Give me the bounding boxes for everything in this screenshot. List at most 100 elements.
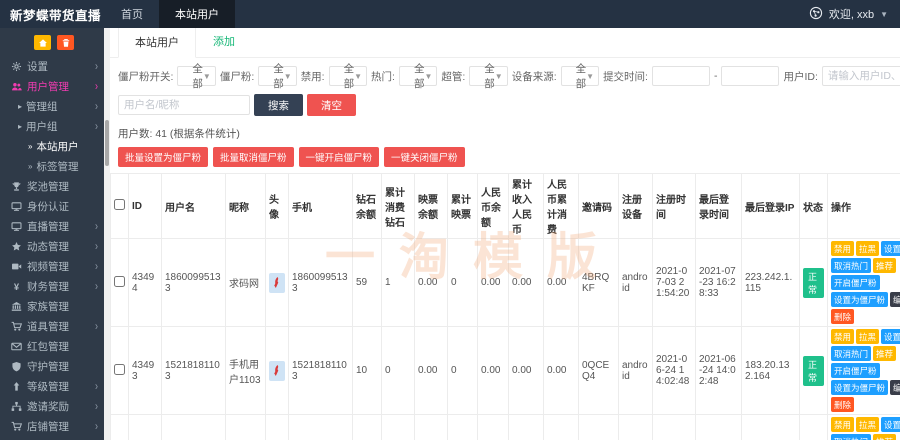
search-button[interactable]: 搜索 <box>254 94 303 116</box>
batch-button-0[interactable]: 批量设置为僵尸粉 <box>118 147 208 167</box>
sidebar-item-11[interactable]: ¥财务管理› <box>0 276 104 296</box>
sidebar-item-13[interactable]: 道具管理› <box>0 316 104 336</box>
sidebar-item-0[interactable]: 设置› <box>0 56 104 76</box>
chevron-right-icon: › <box>95 380 98 393</box>
action-设置为僵尸粉[interactable]: 设置为僵尸粉 <box>831 292 888 307</box>
cell-ticket-balance: 0.00 <box>415 327 448 415</box>
col-header-3: 昵称 <box>226 174 266 239</box>
filter-select-5[interactable]: 全部▼ <box>561 66 599 86</box>
col-header-18: 状态 <box>800 174 828 239</box>
table-row: 4349418600995133求码网186009951335910.0000.… <box>111 239 900 327</box>
col-header-16: 最后登录时间 <box>696 174 742 239</box>
action-禁用[interactable]: 禁用 <box>831 241 854 256</box>
filter-label-5: 设备来源: <box>512 69 557 84</box>
trophy-icon <box>11 181 22 192</box>
userid-label: 用户ID: <box>783 69 817 84</box>
action-推荐[interactable]: 推荐 <box>873 258 896 273</box>
filter-select-4[interactable]: 全部▼ <box>469 66 507 86</box>
tab-add[interactable]: 添加 <box>196 28 252 57</box>
action-编辑[interactable]: 编辑 <box>890 292 900 307</box>
cell-ticket-total: 0 <box>448 239 478 327</box>
col-header-17: 最后登录IP <box>742 174 800 239</box>
cell-diamond: 59 <box>353 239 382 327</box>
sidebar-item-label: 邀请奖励 <box>27 399 69 414</box>
action-取消热门[interactable]: 取消热门 <box>831 434 871 440</box>
sidebar-item-label: 管理组 <box>26 99 58 114</box>
chevron-down-icon: ▼ <box>203 72 211 81</box>
action-编辑[interactable]: 编辑 <box>890 380 900 395</box>
time-to-input[interactable] <box>721 66 779 86</box>
time-from-input[interactable] <box>652 66 710 86</box>
action-拉黑[interactable]: 拉黑 <box>856 329 879 344</box>
action-推荐[interactable]: 推荐 <box>873 434 896 440</box>
cell-rmb-income: 0.00 <box>509 415 544 440</box>
filter-select-3[interactable]: 全部▼ <box>399 66 437 86</box>
action-设置超管[interactable]: 设置超管 <box>881 329 900 344</box>
share-icon[interactable] <box>809 6 823 23</box>
action-推荐[interactable]: 推荐 <box>873 346 896 361</box>
chevron-down-icon: ▼ <box>880 10 888 19</box>
sidebar-item-label: 本站用户 <box>36 139 78 154</box>
sidebar-item-12[interactable]: 家族管理 <box>0 296 104 316</box>
action-开启僵尸粉[interactable]: 开启僵尸粉 <box>831 363 880 378</box>
row-checkbox[interactable] <box>114 364 125 375</box>
welcome-user-menu[interactable]: 欢迎, xxb <box>829 6 874 22</box>
app-title: 新梦蝶带货直播 <box>0 0 105 28</box>
top-tab-0[interactable]: 首页 <box>105 0 159 28</box>
action-禁用[interactable]: 禁用 <box>831 329 854 344</box>
tab-site-users[interactable]: 本站用户 <box>118 28 196 58</box>
sidebar-item-10[interactable]: 视频管理› <box>0 256 104 276</box>
table-row: 4349218632229371手机用户937118632229371000.0… <box>111 415 900 440</box>
sidebar-item-6[interactable]: 奖池管理 <box>0 176 104 196</box>
home-button[interactable] <box>34 35 51 50</box>
avatar[interactable] <box>269 273 285 293</box>
cell-rmb-income: 0.00 <box>509 327 544 415</box>
action-开启僵尸粉[interactable]: 开启僵尸粉 <box>831 275 880 290</box>
select-all-checkbox[interactable] <box>114 199 125 210</box>
action-设置为僵尸粉[interactable]: 设置为僵尸粉 <box>831 380 888 395</box>
sidebar-item-8[interactable]: 直播管理› <box>0 216 104 236</box>
action-删除[interactable]: 删除 <box>831 309 854 324</box>
sidebar-item-4[interactable]: »本站用户 <box>0 136 104 156</box>
batch-button-3[interactable]: 一键关闭僵尸粉 <box>384 147 465 167</box>
sidebar-scrollbar-thumb[interactable] <box>105 120 109 166</box>
filter-select-1[interactable]: 全部▼ <box>258 66 296 86</box>
sidebar-item-9[interactable]: 动态管理› <box>0 236 104 256</box>
sidebar-item-7[interactable]: 身份认证 <box>0 196 104 216</box>
userid-input[interactable] <box>822 66 900 86</box>
filter-select-2[interactable]: 全部▼ <box>329 66 367 86</box>
name-input[interactable] <box>118 95 250 115</box>
trash-button[interactable] <box>57 35 74 50</box>
action-取消热门[interactable]: 取消热门 <box>831 346 871 361</box>
top-tab-1[interactable]: 本站用户 <box>159 0 235 28</box>
batch-button-1[interactable]: 批量取消僵尸粉 <box>213 147 294 167</box>
row-checkbox[interactable] <box>114 276 125 287</box>
sidebar-item-2[interactable]: ▸管理组› <box>0 96 104 116</box>
cell-invite-code: 0QCEQ4 <box>579 327 619 415</box>
action-拉黑[interactable]: 拉黑 <box>856 417 879 432</box>
col-header-4: 头像 <box>266 174 289 239</box>
sidebar-item-17[interactable]: 邀请奖励› <box>0 396 104 416</box>
sidebar-scrollbar[interactable] <box>104 28 110 440</box>
sidebar-item-label: 身份认证 <box>27 199 69 214</box>
filter-select-0[interactable]: 全部▼ <box>177 66 215 86</box>
sidebar-item-16[interactable]: 等级管理› <box>0 376 104 396</box>
shield-icon <box>11 361 22 372</box>
cell-actions: 禁用拉黑设置超管取消热门推荐开启僵尸粉设置为僵尸粉编辑删除 <box>828 327 900 415</box>
sidebar-item-3[interactable]: ▸用户组› <box>0 116 104 136</box>
sidebar-item-1[interactable]: 用户管理› <box>0 76 104 96</box>
batch-button-2[interactable]: 一键开启僵尸粉 <box>299 147 380 167</box>
action-取消热门[interactable]: 取消热门 <box>831 258 871 273</box>
action-设置超管[interactable]: 设置超管 <box>881 417 900 432</box>
avatar[interactable] <box>269 361 285 381</box>
action-删除[interactable]: 删除 <box>831 397 854 412</box>
sidebar-item-15[interactable]: 守护管理 <box>0 356 104 376</box>
clear-button[interactable]: 清空 <box>307 94 356 116</box>
sidebar-item-label: 店铺管理 <box>27 419 69 434</box>
action-禁用[interactable]: 禁用 <box>831 417 854 432</box>
sidebar-item-5[interactable]: »标签管理 <box>0 156 104 176</box>
action-拉黑[interactable]: 拉黑 <box>856 241 879 256</box>
action-设置超管[interactable]: 设置超管 <box>881 241 900 256</box>
sidebar-item-14[interactable]: 红包管理 <box>0 336 104 356</box>
sidebar-item-18[interactable]: 店铺管理› <box>0 416 104 436</box>
